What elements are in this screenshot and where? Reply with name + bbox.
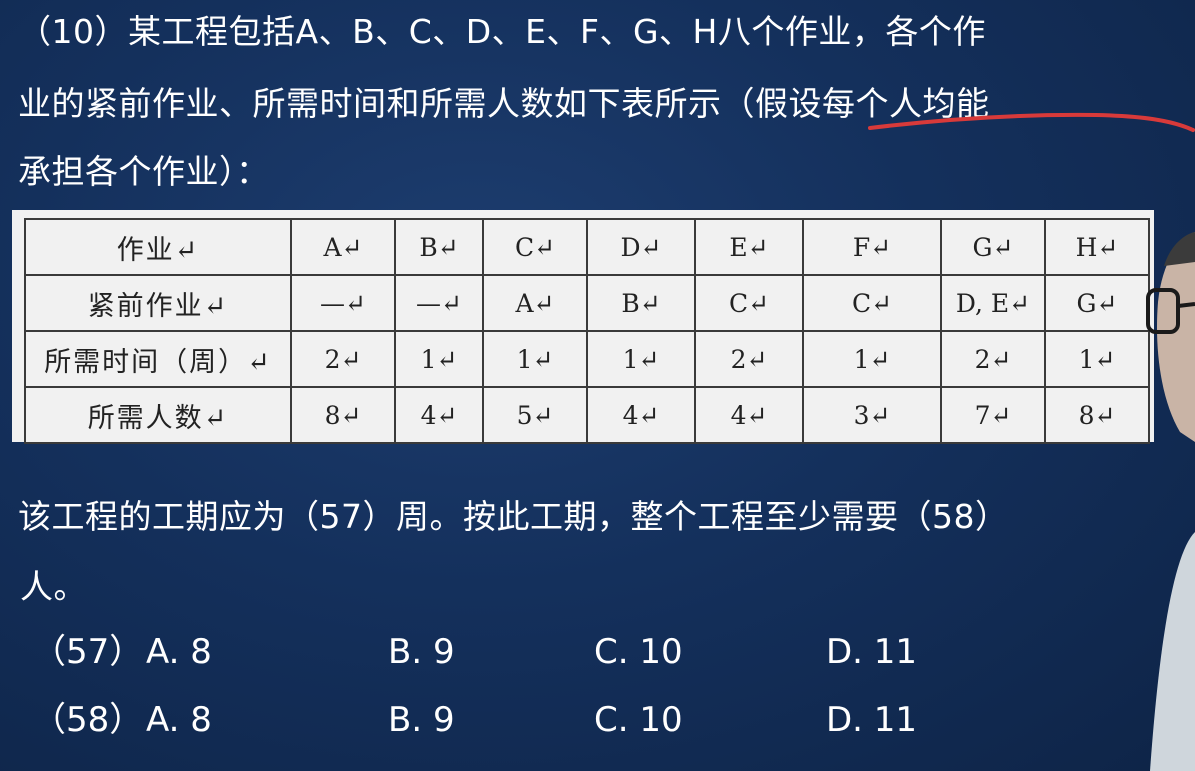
table-cell: 8↵ (290, 386, 396, 444)
table-header-row: 作业↵ A↵ B↵ C↵ D↵ E↵ F↵ G↵ H↵ (24, 218, 1150, 276)
table-row-predecessors: 紧前作业↵ —↵ —↵ A↵ B↵ C↵ C↵ D, E↵ G↵ (24, 274, 1150, 332)
table-cell: 7↵ (940, 386, 1046, 444)
option-a: A. 8 (146, 632, 212, 672)
table-cell: A↵ (482, 274, 588, 332)
options-row-57: （57） A. 8 B. 9 C. 10 D. 11 (0, 630, 1195, 674)
table-row-label: 紧前作业↵ (24, 274, 292, 332)
table-cell: 1↵ (394, 330, 484, 388)
question-line-4: 该工程的工期应为（57）周。按此工期，整个工程至少需要（58） (18, 497, 1009, 536)
question-number: （57） (32, 632, 144, 672)
table-cell: 3↵ (802, 386, 942, 444)
table-column-header: C↵ (482, 218, 588, 276)
question-line-2: 业的紧前作业、所需时间和所需人数如下表所示（假设每个人均能 (18, 84, 990, 123)
table-cell: 4↵ (394, 386, 484, 444)
option-a: A. 8 (146, 700, 212, 740)
table-column-header: B↵ (394, 218, 484, 276)
question-line-3: 承担各个作业）： (18, 152, 270, 191)
table-column-header: F↵ (802, 218, 942, 276)
table-cell: D, E↵ (940, 274, 1046, 332)
table-cell: 4↵ (694, 386, 804, 444)
table-cell: 1↵ (802, 330, 942, 388)
question-line-5: 人。 (20, 567, 87, 606)
activity-table-panel: 作业↵ A↵ B↵ C↵ D↵ E↵ F↵ G↵ H↵ 紧前作业↵ —↵ —↵ … (12, 210, 1154, 444)
table-cell: B↵ (586, 274, 696, 332)
table-cell: 5↵ (482, 386, 588, 444)
question-line-1: （10）某工程包括A、B、C、D、E、F、G、H八个作业，各个作 (18, 12, 986, 51)
table-cell: 2↵ (940, 330, 1046, 388)
option-b: B. 9 (388, 700, 455, 740)
table-column-header: A↵ (290, 218, 396, 276)
table-cell: 2↵ (290, 330, 396, 388)
table-column-header: H↵ (1044, 218, 1150, 276)
table-column-header: D↵ (586, 218, 696, 276)
table-cell: 8↵ (1044, 386, 1150, 444)
glasses-icon (1146, 288, 1195, 334)
activity-table: 作业↵ A↵ B↵ C↵ D↵ E↵ F↵ G↵ H↵ 紧前作业↵ —↵ —↵ … (24, 218, 1150, 444)
table-row-duration: 所需时间（周）↵ 2↵ 1↵ 1↵ 1↵ 2↵ 1↵ 2↵ 1↵ (24, 330, 1150, 388)
question-number: （58） (32, 700, 144, 740)
table-cell: 1↵ (482, 330, 588, 388)
table-row-label: 所需时间（周）↵ (24, 330, 292, 388)
option-d: D. 11 (826, 632, 918, 672)
table-cell: —↵ (394, 274, 484, 332)
table-cell: 2↵ (694, 330, 804, 388)
table-column-header: E↵ (694, 218, 804, 276)
table-cell: 4↵ (586, 386, 696, 444)
table-row-headcount: 所需人数↵ 8↵ 4↵ 5↵ 4↵ 4↵ 3↵ 7↵ 8↵ (24, 386, 1150, 444)
option-c: C. 10 (594, 632, 683, 672)
table-cell: 1↵ (586, 330, 696, 388)
table-cell: C↵ (694, 274, 804, 332)
table-cell: C↵ (802, 274, 942, 332)
option-b: B. 9 (388, 632, 455, 672)
table-header-label: 作业↵ (24, 218, 292, 276)
table-cell: —↵ (290, 274, 396, 332)
options-row-58: （58） A. 8 B. 9 C. 10 D. 11 (0, 698, 1195, 742)
table-row-label: 所需人数↵ (24, 386, 292, 444)
option-d: D. 11 (826, 700, 918, 740)
table-cell: 1↵ (1044, 330, 1150, 388)
table-cell: G↵ (1044, 274, 1150, 332)
table-column-header: G↵ (940, 218, 1046, 276)
option-c: C. 10 (594, 700, 683, 740)
